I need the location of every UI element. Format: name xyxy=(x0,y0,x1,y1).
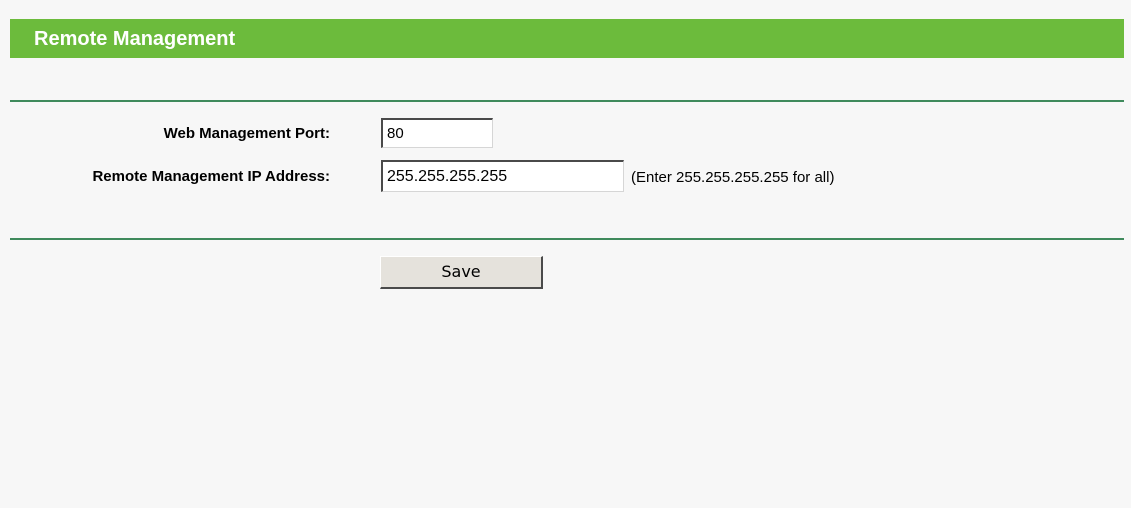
ip-address-hint: (Enter 255.255.255.255 for all) xyxy=(631,169,835,186)
title-bar: Remote Management xyxy=(10,19,1124,58)
web-management-port-label: Web Management Port: xyxy=(163,125,330,142)
bottom-divider xyxy=(10,238,1124,240)
top-divider xyxy=(10,100,1124,102)
remote-management-ip-label: Remote Management IP Address: xyxy=(92,168,330,185)
save-button[interactable]: Save xyxy=(380,256,543,289)
remote-management-page: Remote Management Web Management Port: R… xyxy=(0,0,1131,508)
page-title: Remote Management xyxy=(34,28,236,50)
remote-management-ip-input[interactable] xyxy=(381,160,624,192)
web-management-port-input[interactable] xyxy=(381,118,493,148)
